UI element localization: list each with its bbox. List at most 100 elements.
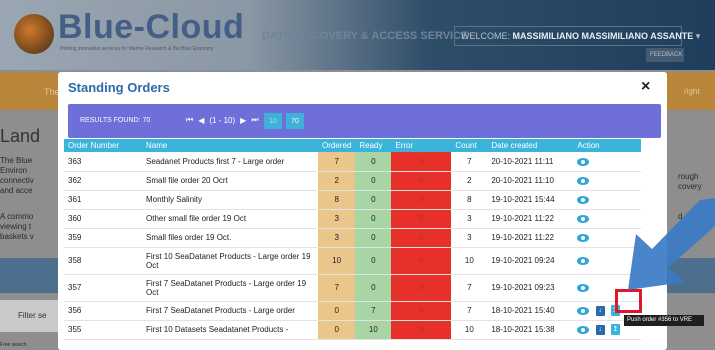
order-number: 357 (64, 274, 142, 302)
push-to-vre-icon[interactable]: ↥ (610, 324, 620, 335)
next-page-icon[interactable]: ▶ (240, 116, 246, 125)
page-size-10-button[interactable]: 10 (264, 113, 282, 129)
total-count: 7 (451, 274, 488, 302)
table-row: 355 First 10 Datasets Seadatanet Product… (64, 320, 641, 340)
ready-count: 7 (355, 301, 392, 321)
intro-text-line: baskets v (0, 232, 34, 241)
table-row: 358 First 10 SeaDatanet Products - Large… (64, 247, 641, 275)
error-count: 0 (391, 152, 452, 172)
eye-icon[interactable] (577, 283, 590, 292)
column-header[interactable]: Name (142, 139, 318, 152)
page-size-70-button[interactable]: 70 (286, 113, 304, 129)
intro-text-line: connectiv (0, 176, 34, 185)
column-header[interactable]: Order Number (64, 139, 142, 152)
error-count: 0 (391, 209, 452, 229)
banner-text-right: right (684, 87, 700, 96)
column-header[interactable]: Ordered (318, 139, 356, 152)
user-menu[interactable]: WELCOME: MASSIMILIANO MASSIMILIANO ASSAN… (454, 26, 700, 46)
feedback-button[interactable]: FEEDBACK (646, 48, 684, 62)
ordered-count: 10 (318, 247, 356, 275)
orders-table-body: 363 Seadanet Products first 7 - Large or… (64, 152, 641, 340)
ordered-count: 8 (318, 190, 356, 210)
order-name: Small file order 20 Ocrt (142, 171, 318, 191)
user-name: MASSIMILIANO MASSIMILIANO ASSANTE (512, 31, 694, 41)
eye-icon[interactable] (577, 214, 590, 223)
ready-count: 0 (355, 274, 392, 302)
column-header[interactable]: Date created (487, 139, 574, 152)
ordered-count: 3 (318, 209, 356, 229)
date-created: 20-10-2021 11:11 (487, 152, 574, 172)
eye-icon[interactable] (577, 157, 590, 166)
total-count: 10 (451, 320, 488, 340)
intro-text-line: viewing t (0, 222, 32, 231)
row-actions (573, 152, 641, 172)
order-number: 361 (64, 190, 142, 210)
date-created: 19-10-2021 09:24 (487, 247, 574, 275)
service-title: DATA DISCOVERY & ACCESS SERVICE (262, 30, 469, 42)
column-header[interactable]: Ready (355, 139, 392, 152)
row-actions (573, 171, 641, 191)
eye-icon[interactable] (577, 256, 590, 265)
ordered-count: 0 (318, 320, 356, 340)
side-text-line: rough (678, 172, 699, 181)
order-name: First 7 SeaDatanet Products - Large orde… (142, 274, 318, 302)
total-count: 10 (451, 247, 488, 275)
date-created: 18-10-2021 15:40 (487, 301, 574, 321)
total-count: 7 (451, 301, 488, 321)
last-page-icon[interactable]: ⏭ (251, 115, 258, 125)
filter-panel: Filter se (0, 300, 62, 332)
logo-globe-icon (14, 14, 54, 54)
ordered-count: 7 (318, 152, 356, 172)
filter-label: Filter se (18, 311, 47, 320)
row-actions (573, 209, 641, 229)
ready-count: 0 (355, 171, 392, 191)
column-header[interactable]: Error (391, 139, 452, 152)
ready-count: 0 (355, 190, 392, 210)
download-icon[interactable]: ↓ (595, 324, 605, 335)
order-name: Other small file order 19 Oct (142, 209, 318, 229)
download-icon[interactable]: ↓ (595, 305, 605, 316)
ready-count: 0 (355, 247, 392, 275)
table-header-row: Order Number Name Ordered Ready Error Co… (64, 139, 641, 152)
free-search-label: Free search (0, 342, 27, 348)
total-count: 7 (451, 152, 488, 172)
background-panel (0, 258, 62, 293)
ordered-count: 3 (318, 228, 356, 248)
error-count: 0 (391, 190, 452, 210)
site-logo-tagline: Piloting innovative services for Marine … (60, 46, 214, 52)
ordered-count: 7 (318, 274, 356, 302)
error-count: 0 (391, 301, 452, 321)
site-logo-text[interactable]: Blue-Cloud (58, 8, 244, 47)
ordered-count: 2 (318, 171, 356, 191)
date-created: 19-10-2021 09:23 (487, 274, 574, 302)
first-page-icon[interactable]: ⏮ (186, 115, 193, 125)
orders-table: Order Number Name Ordered Ready Error Co… (64, 139, 641, 340)
eye-icon[interactable] (577, 306, 590, 315)
error-count: 0 (391, 274, 452, 302)
close-icon[interactable]: × (641, 78, 650, 96)
order-name: First 10 SeaDatanet Products - Large ord… (142, 247, 318, 275)
ready-count: 0 (355, 152, 392, 172)
previous-page-icon[interactable]: ◀ (198, 116, 204, 125)
order-number: 358 (64, 247, 142, 275)
standing-orders-modal: Standing Orders × RESULTS FOUND: 70 ⏮ ◀ … (58, 72, 667, 350)
intro-text-line: Environ (0, 166, 28, 175)
eye-icon[interactable] (577, 176, 590, 185)
modal-title: Standing Orders (68, 80, 170, 95)
total-count: 3 (451, 209, 488, 229)
date-created: 19-10-2021 11:22 (487, 209, 574, 229)
ordered-count: 0 (318, 301, 356, 321)
error-count: 0 (391, 247, 452, 275)
total-count: 8 (451, 190, 488, 210)
row-actions (573, 247, 641, 275)
eye-icon[interactable] (577, 233, 590, 242)
chevron-down-icon: ▾ (695, 31, 701, 41)
results-toolbar: RESULTS FOUND: 70 ⏮ ◀ (1 - 10) ▶ ⏭ ↻ 10 … (68, 104, 661, 138)
site-header: Blue-Cloud Piloting innovative services … (0, 0, 715, 70)
error-count: 0 (391, 320, 452, 340)
eye-icon[interactable] (577, 325, 590, 334)
eye-icon[interactable] (577, 195, 590, 204)
row-actions (573, 228, 641, 248)
total-count: 2 (451, 171, 488, 191)
column-header[interactable]: Count (451, 139, 488, 152)
